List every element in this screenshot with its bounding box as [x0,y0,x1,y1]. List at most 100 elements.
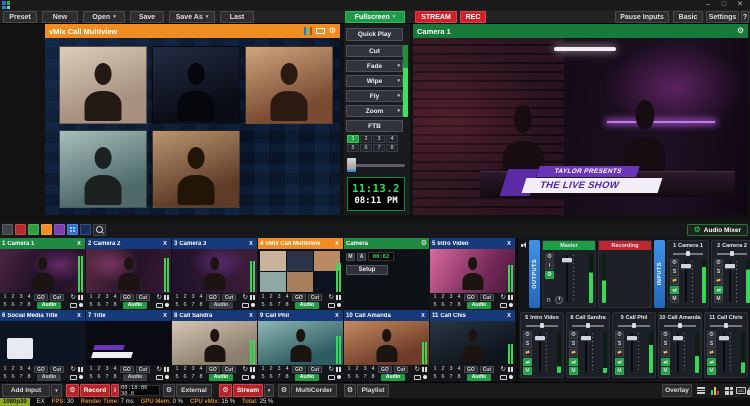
monitor-icon[interactable] [70,303,77,308]
list-view-button[interactable] [695,385,707,396]
input-tile[interactable]: 2 Camera 2 X 1 2 3 4 GO Cut ↻ 5 6 7 8 Au… [86,238,171,309]
overlay-3-button[interactable]: 3 [18,294,24,300]
input-title-bar[interactable]: 3 Camera 3 X [172,238,257,249]
close-input-button[interactable]: X [333,241,341,247]
gear-icon[interactable]: ⚙ [737,27,744,35]
channel-settings-button[interactable]: ⚙ [707,331,716,339]
channel-fader[interactable] [685,261,687,302]
monitor-icon[interactable] [500,375,507,380]
overlay-1-button[interactable]: 1 [88,366,94,372]
bus-assign-button[interactable]: ⇄ [707,349,716,357]
input-tile[interactable]: 5 Intro Video X 1 2 3 4 GO Cut ↻ 5 6 7 8… [430,238,515,309]
overlay-2-button[interactable]: 2 [10,294,16,300]
transition-number-button[interactable]: 8 [386,144,398,152]
stream-indicator-button[interactable]: STREAM [415,11,457,23]
overlay-7-button[interactable]: 7 [448,374,454,380]
mute-button[interactable]: M [707,367,716,375]
input-tile[interactable]: 4 vMix Call Multiview X 1 2 3 4 GO Cut ↻… [258,238,343,309]
monitor-icon[interactable] [328,303,335,308]
go-button[interactable]: GO [34,366,48,373]
overlay-2-button[interactable]: 2 [96,366,102,372]
category-green-button[interactable] [28,224,39,235]
pause-inputs-button[interactable]: Pause Inputs [615,11,669,23]
overlay-4-button[interactable]: 4 [198,366,204,372]
monitor-icon[interactable] [242,375,249,380]
chevron-down-icon[interactable]: ▾ [397,93,400,99]
close-input-button[interactable]: X [247,313,255,319]
camera-setup-tile[interactable]: Camera ⚙ M A 00:02 Setup [344,238,429,309]
channel-settings-button[interactable]: ⚙ [714,259,723,267]
pause-icon[interactable] [164,367,169,372]
close-input-button[interactable]: X [505,313,513,319]
search-button[interactable] [93,224,106,236]
pause-icon[interactable] [250,367,255,372]
input-title-bar[interactable]: 9 Call Phil X [258,310,343,321]
zoom-button[interactable]: Zoom▾ [346,105,403,117]
go-button[interactable]: GO [378,366,392,373]
maximize-button[interactable]: □ [718,0,730,10]
audio-toggle-button[interactable]: Audio [467,302,491,309]
category-red-button[interactable] [15,224,26,235]
overlay-7-button[interactable]: 7 [18,302,24,308]
input-title-bar[interactable]: Camera ⚙ [344,238,429,249]
go-button[interactable]: GO [206,366,220,373]
overlay-4-button[interactable]: 4 [284,294,290,300]
save-as-button[interactable]: Save As▾ [169,11,215,23]
overlay-5-button[interactable]: 5 [2,302,8,308]
channel-fader[interactable] [677,333,679,372]
overlay-2-button[interactable]: 2 [96,294,102,300]
add-input-caret-button[interactable]: ▾ [51,384,62,397]
close-input-button[interactable]: X [75,313,83,319]
pause-icon[interactable] [336,295,341,300]
overlay-8-button[interactable]: 8 [26,374,32,380]
monitor-icon[interactable] [414,375,421,380]
audio-toggle-button[interactable]: Audio [467,374,491,381]
transition-number-button[interactable]: 7 [373,144,385,152]
monitor-icon[interactable] [500,303,507,308]
quick-play-button[interactable]: Quick Play [346,28,403,41]
fullscreen-button[interactable]: Fullscreen▾ [345,11,405,23]
channel-settings-button[interactable]: ⚙ [523,331,532,339]
record-button[interactable]: Record [80,384,110,397]
preview-title-bar[interactable]: vMix Call Multiview ⚙ [45,24,340,38]
input-title-bar[interactable]: 4 vMix Call Multiview X [258,238,343,249]
monitor-icon[interactable] [70,375,77,380]
overlay-4-button[interactable]: 4 [112,294,118,300]
channel-mini-fader[interactable] [618,322,650,329]
aux-bus-button[interactable]: A [357,253,366,261]
input-thumbnail[interactable] [172,249,257,293]
go-button[interactable]: GO [206,294,220,301]
overlay-6-button[interactable]: 6 [354,374,360,380]
channel-settings-button[interactable]: ⚙ [670,259,679,267]
stream-button[interactable]: Stream [233,384,263,397]
chevron-down-icon[interactable]: ▾ [397,78,400,84]
bus-assign-button[interactable]: ⇄ [661,349,670,357]
overlay-5-button[interactable]: 5 [88,374,94,380]
fader-handle[interactable] [725,264,735,269]
cut-button[interactable]: Cut [50,366,64,373]
loop-icon[interactable]: ↻ [501,366,506,373]
speaker-button[interactable] [615,358,624,366]
headphone-volume-knob[interactable] [555,296,563,304]
input-tile[interactable]: 3 Camera 3 X 1 2 3 4 GO Cut ↻ 5 6 7 8 Au… [172,238,257,309]
fader-handle[interactable] [627,336,637,341]
solo-icon[interactable] [509,303,513,307]
input-thumbnail[interactable] [258,249,343,293]
overlay-4-button[interactable]: 4 [198,294,204,300]
audio-toggle-button[interactable]: Audio [209,374,233,381]
close-input-button[interactable]: X [161,241,169,247]
overlay-5-button[interactable]: 5 [260,374,266,380]
bus-assign-button[interactable]: ⇄ [569,349,578,357]
bus-assign-button[interactable]: ⇄ [523,349,532,357]
solo-button[interactable]: S [714,268,723,276]
master-fader[interactable] [566,255,568,302]
mute-button[interactable]: M [670,295,679,303]
basic-button[interactable]: Basic [673,11,703,23]
overlay-6-button[interactable]: 6 [182,374,188,380]
new-button[interactable]: New [42,11,78,23]
category-gray-button[interactable] [2,224,13,235]
channel-settings-button[interactable]: ⚙ [661,331,670,339]
mute-button[interactable]: M [714,295,723,303]
overlay-5-button[interactable]: 5 [346,374,352,380]
cut-button[interactable]: Cut [50,294,64,301]
